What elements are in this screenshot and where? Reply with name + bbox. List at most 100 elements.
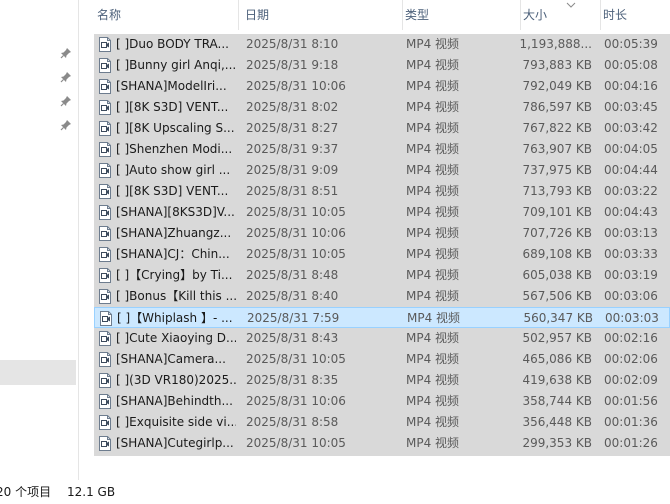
file-size: 465,086 KB [522,352,592,366]
file-type: MP4 视频 [406,37,460,51]
file-type: MP4 视频 [406,247,460,261]
file-size: 763,907 KB [522,142,592,156]
file-size: 1,193,888... [519,37,592,51]
sort-caret-icon [566,0,576,8]
file-name: [ ]【Crying】by Ti... [116,268,233,282]
file-date: 2025/8/31 10:06 [246,226,346,240]
file-size: 737,975 KB [522,163,592,177]
file-type: MP4 视频 [406,163,460,177]
video-file-icon [98,289,112,304]
file-row[interactable]: [ ]Cute Xiaoying D... 2025/8/31 8:43 MP4 视… [94,328,670,349]
file-date: 2025/8/31 8:10 [246,37,339,51]
video-file-icon [98,436,112,451]
file-size: 707,726 KB [522,226,592,240]
file-date: 2025/8/31 8:27 [246,121,339,135]
file-duration: 00:03:03 [605,311,659,325]
status-bar: 20 个项目 12.1 GB [0,480,670,501]
video-file-icon [98,415,112,430]
file-duration: 00:03:19 [604,268,658,282]
navigation-pane [0,0,79,480]
video-file-icon [98,121,112,136]
file-duration: 00:03:45 [604,100,658,114]
file-type: MP4 视频 [406,79,460,93]
video-file-icon [98,247,112,262]
file-type: MP4 视频 [406,289,460,303]
total-size: 12.1 GB [67,485,116,499]
file-row[interactable]: [ ](3D VR180)2025... 2025/8/31 8:35 MP4 视频… [94,370,670,391]
file-type: MP4 视频 [406,121,460,135]
file-size: 689,108 KB [522,247,592,261]
file-duration: 00:01:26 [604,436,658,450]
file-name: [SHANA]Cutegirlp... [116,436,234,450]
file-date: 2025/8/31 8:40 [246,289,339,303]
file-duration: 00:05:08 [604,58,658,72]
file-row[interactable]: [ ]Exquisite side vi... 2025/8/31 8:58 MP4… [94,412,670,433]
file-size: 560,347 KB [523,311,593,325]
file-duration: 00:03:33 [604,247,658,261]
file-name: [ ][8K S3D] VENT... [116,184,229,198]
file-row[interactable]: [SHANA]Camera... 2025/8/31 10:05 MP4 视频 465… [94,349,670,370]
file-row[interactable]: [ ]【Whiplash 】- ... 2025/8/31 7:59 MP4 视频 5… [94,307,670,328]
file-row[interactable]: [ ]Shenzhen Modi... 2025/8/31 9:37 MP4 视频 7… [94,139,670,160]
file-type: MP4 视频 [407,311,461,325]
file-date: 2025/8/31 9:18 [246,58,339,72]
file-date: 2025/8/31 10:06 [246,79,346,93]
column-header-type[interactable]: 类型 [402,0,520,32]
file-row[interactable]: [SHANA]CJ：Chin... 2025/8/31 10:05 MP4 视频 68… [94,244,670,265]
file-row[interactable]: [ ]Bonus【Kill this ... 2025/8/31 8:40 MP4 … [94,286,670,307]
file-duration: 00:02:06 [604,352,658,366]
file-duration: 00:04:05 [604,142,658,156]
file-type: MP4 视频 [406,142,460,156]
pin-icon[interactable] [60,71,72,83]
file-row[interactable]: [ ]【Crying】by Ti... 2025/8/31 8:48 MP4 视频 6… [94,265,670,286]
file-row[interactable]: [SHANA]ModelIri... 2025/8/31 10:06 MP4 视频 7… [94,76,670,97]
file-type: MP4 视频 [406,226,460,240]
file-type: MP4 视频 [406,352,460,366]
file-row[interactable]: [ ][8K S3D] VENT... 2025/8/31 8:51 MP4 视频 7… [94,181,670,202]
column-divider[interactable] [238,0,239,30]
file-size: 502,957 KB [522,331,592,345]
video-file-icon [98,79,112,94]
file-duration: 00:02:09 [604,373,658,387]
file-date: 2025/8/31 8:51 [246,184,339,198]
file-duration: 00:04:43 [604,205,658,219]
column-header-duration[interactable]: 时长 [600,0,670,32]
nav-item-selected[interactable] [0,360,76,385]
file-row[interactable]: [ ]Auto show girl ... 2025/8/31 9:09 MP4 视… [94,160,670,181]
file-duration: 00:01:56 [604,394,658,408]
file-row[interactable]: [SHANA]Cutegirlp... 2025/8/31 10:05 MP4 视频… [94,433,670,454]
pin-icon[interactable] [60,95,72,107]
file-row[interactable]: [ ][8K Upscaling S... 2025/8/31 8:27 MP4 视… [94,118,670,139]
file-name: [SHANA]Camera... [116,352,226,366]
file-date: 2025/8/31 9:37 [246,142,339,156]
column-header-date[interactable]: 日期 [242,0,402,32]
file-type: MP4 视频 [406,394,460,408]
file-name: [ ]【Whiplash 】- ... [117,311,233,325]
file-size: 567,506 KB [522,289,592,303]
column-header-name[interactable]: 名称 [94,0,238,32]
file-name: [ ](3D VR180)2025... [116,373,236,387]
column-header: 名称 日期 类型 大小 时长 [94,0,670,32]
file-row[interactable]: [ ][8K S3D] VENT... 2025/8/31 8:02 MP4 视频 7… [94,97,670,118]
file-duration: 00:04:16 [604,79,658,93]
file-size: 786,597 KB [522,100,592,114]
file-type: MP4 视频 [406,436,460,450]
file-size: 419,638 KB [522,373,592,387]
file-name: [ ]Cute Xiaoying D... [116,331,236,345]
pin-icon[interactable] [60,119,72,131]
file-duration: 00:03:22 [604,184,658,198]
column-header-size[interactable]: 大小 [520,0,600,32]
file-date: 2025/8/31 10:05 [246,352,346,366]
file-row[interactable]: [SHANA]Zhuangz... 2025/8/31 10:06 MP4 视频 70… [94,223,670,244]
file-row[interactable]: [ ]Duo BODY TRA... 2025/8/31 8:10 MP4 视频 1,… [94,34,670,55]
file-duration: 00:01:36 [604,415,658,429]
file-row[interactable]: [SHANA]Behindth... 2025/8/31 10:06 MP4 视频 3… [94,391,670,412]
file-date: 2025/8/31 8:35 [246,373,339,387]
pin-icon[interactable] [60,47,72,59]
file-row[interactable]: [ ]Bunny girl Anqi,... 2025/8/31 9:18 MP4 … [94,55,670,76]
file-row[interactable]: [SHANA][8KS3D]V... 2025/8/31 10:05 MP4 视频 7… [94,202,670,223]
file-name: [SHANA]Behindth... [116,394,233,408]
video-file-icon [98,331,112,346]
video-file-icon [98,142,112,157]
file-duration: 00:03:06 [604,289,658,303]
